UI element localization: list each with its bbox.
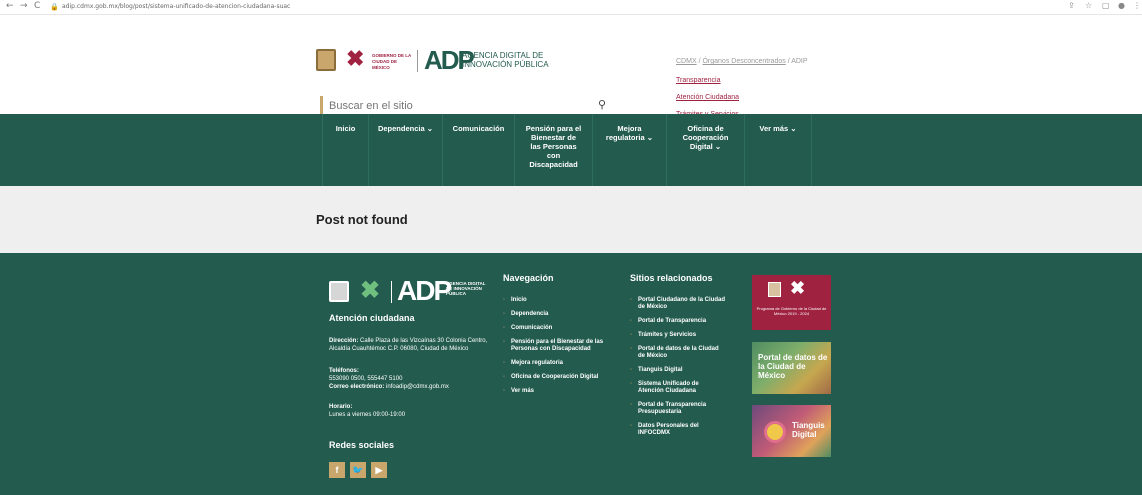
email-label: Correo electrónico:: [329, 384, 385, 390]
link-transparencia[interactable]: Transparencia: [676, 77, 721, 84]
related-link[interactable]: Portal de Transparencia: [630, 318, 725, 325]
logo-divider: [417, 50, 418, 72]
cdmx-shield-icon: [329, 281, 349, 302]
address-label: Dirección:: [329, 338, 359, 344]
email-value[interactable]: infoadip@cdmx.gob.mx: [386, 384, 449, 390]
social-links: f 🐦 ▶: [329, 462, 387, 478]
share-icon[interactable]: ⇪: [1068, 1, 1075, 10]
phones-value: 553090 0500, 555447 5100: [329, 376, 403, 382]
site-footer: ✖ ADP AGENCIA DIGITAL DE INNOVACIÓN PÚBL…: [0, 253, 1142, 495]
link-atencion-ciudadana[interactable]: Atención Ciudadana: [676, 94, 739, 101]
nav-item-ver-mas[interactable]: Ver más ⌄: [744, 114, 812, 186]
footer-adp-logo: ADP: [397, 275, 452, 306]
related-link[interactable]: Portal de datos de la Ciudad de México: [630, 346, 725, 360]
page-title: Post not found: [316, 212, 408, 227]
breadcrumb-cdmx[interactable]: CDMX: [676, 58, 697, 65]
schedule-value: Lunes a viernes 09:00-19:00: [329, 412, 406, 418]
search-icon[interactable]: ⚲: [598, 98, 606, 111]
nav-item-inicio[interactable]: Inicio: [322, 114, 368, 186]
programa-gobierno-card[interactable]: ✖ Programa de Gobierno de la Ciudad de M…: [752, 275, 831, 330]
card-text: Tianguis Digital: [792, 421, 825, 439]
schedule-label: Horario:: [329, 404, 353, 410]
footer-nav-link[interactable]: Ver más: [503, 388, 613, 395]
nav-item-comunicacion[interactable]: Comunicación: [442, 114, 514, 186]
portal-datos-card[interactable]: Portal de datos de la Ciudad de México: [752, 342, 831, 394]
nav-item-label: Mejora regulatoria ⌄: [605, 124, 654, 142]
footer-nav-link[interactable]: Inicio: [503, 297, 613, 304]
youtube-icon[interactable]: ▶: [371, 462, 387, 478]
card-text: Programa de Gobierno de la Ciudad de Méx…: [756, 306, 827, 316]
nav-title: Navegación: [503, 273, 554, 283]
agency-name: AGENCIA DIGITAL DE INNOVACIÓN PÚBLICA: [462, 51, 549, 69]
address-bar[interactable]: adip.cdmx.gob.mx/blog/post/sistema-unifi…: [62, 3, 290, 10]
related-list: Portal Ciudadano de la Ciudad de México …: [630, 297, 725, 444]
card-text: Portal de datos de la Ciudad de México: [758, 353, 828, 380]
extensions-icon[interactable]: ▢: [1102, 1, 1110, 10]
cdmx-logo-icon: ✖: [360, 277, 381, 304]
facebook-icon[interactable]: f: [329, 462, 345, 478]
footer-nav-link[interactable]: Mejora regulatoria: [503, 360, 613, 367]
nav-item-pension[interactable]: Pensión para el Bienestar de las Persona…: [514, 114, 592, 186]
nav-item-oficina-cooperacion[interactable]: Oficina de Cooperación Digital ⌄: [666, 114, 744, 186]
cdmx-shield-icon[interactable]: [316, 49, 336, 71]
related-link[interactable]: Portal de Transparencia Presupuestaria: [630, 402, 725, 416]
nav-item-label: Ver más ⌄: [759, 124, 797, 133]
address-text: Dirección: Calle Plaza de las Vizcaínas …: [329, 337, 499, 353]
logo-divider: [391, 281, 392, 303]
profile-icon[interactable]: ●: [1118, 1, 1125, 10]
breadcrumb: CDMX / Órganos Desconcentrados / ADIP: [676, 58, 808, 65]
cdmx-shield-icon: [768, 282, 781, 297]
star-icon[interactable]: ☆: [1085, 1, 1092, 10]
footer-nav-list: Inicio Dependencia Comunicación Pensión …: [503, 297, 613, 402]
social-title: Redes sociales: [329, 440, 395, 450]
reload-icon[interactable]: C: [34, 1, 40, 11]
nav-item-label: Dependencia ⌄: [377, 124, 434, 133]
related-link[interactable]: Sistema Unificado de Atención Ciudadana: [630, 381, 725, 395]
related-link[interactable]: Portal Ciudadano de la Ciudad de México: [630, 297, 725, 311]
phones-label: Teléfonos:: [329, 368, 359, 374]
breadcrumb-current: ADIP: [791, 58, 808, 65]
footer-nav-link[interactable]: Oficina de Cooperación Digital: [503, 374, 613, 381]
cdmx-logo-icon: ✖: [790, 278, 806, 298]
browser-toolbar: ← → C 🔒 adip.cdmx.gob.mx/blog/post/siste…: [0, 0, 1142, 15]
phones-text: Teléfonos: 553090 0500, 555447 5100 Corr…: [329, 367, 499, 391]
footer-nav-link[interactable]: Pensión para el Bienestar de las Persona…: [503, 339, 613, 353]
attention-title: Atención ciudadana: [329, 313, 415, 323]
footer-agency-name: AGENCIA DIGITAL DE INNOVACIÓN PÚBLICA: [446, 281, 486, 296]
breadcrumb-organos[interactable]: Órganos Desconcentrados: [702, 58, 785, 65]
related-title: Sitios relacionados: [630, 273, 713, 283]
lock-icon: 🔒: [50, 3, 59, 11]
twitter-icon[interactable]: 🐦: [350, 462, 366, 478]
tianguis-icon: [764, 421, 786, 443]
nav-item-label: Comunicación: [452, 124, 505, 133]
footer-nav-link[interactable]: Comunicación: [503, 325, 613, 332]
tianguis-digital-card[interactable]: Tianguis Digital: [752, 405, 831, 457]
content-area: Post not found: [0, 186, 1142, 253]
forward-icon[interactable]: →: [20, 1, 28, 11]
related-link[interactable]: Tianguis Digital: [630, 367, 725, 374]
menu-icon[interactable]: ⋮: [1133, 1, 1141, 10]
site-header: ✖ GOBIERNO DE LA CIUDAD DE MÉXICO ADP AG…: [0, 15, 1142, 118]
nav-item-mejora-regulatoria[interactable]: Mejora regulatoria ⌄: [592, 114, 666, 186]
cdmx-logo-icon[interactable]: ✖: [346, 48, 364, 70]
gob-logo-text: GOBIERNO DE LA CIUDAD DE MÉXICO: [372, 53, 412, 70]
related-link[interactable]: Trámites y Servicios: [630, 332, 725, 339]
main-nav: Inicio Dependencia ⌄ Comunicación Pensió…: [0, 114, 1142, 186]
search-box: ⚲: [320, 96, 612, 116]
search-input[interactable]: [329, 98, 589, 113]
nav-item-dependencia[interactable]: Dependencia ⌄: [368, 114, 442, 186]
schedule-text: Horario: Lunes a viernes 09:00-19:00: [329, 403, 499, 419]
back-icon[interactable]: ←: [6, 1, 14, 11]
related-link[interactable]: Datos Personales del INFOCDMX: [630, 423, 725, 437]
nav-item-label: Oficina de Cooperación Digital ⌄: [682, 124, 729, 151]
nav-item-label: Inicio: [335, 124, 356, 133]
nav-item-label: Pensión para el Bienestar de las Persona…: [525, 124, 582, 169]
footer-nav-link[interactable]: Dependencia: [503, 311, 613, 318]
